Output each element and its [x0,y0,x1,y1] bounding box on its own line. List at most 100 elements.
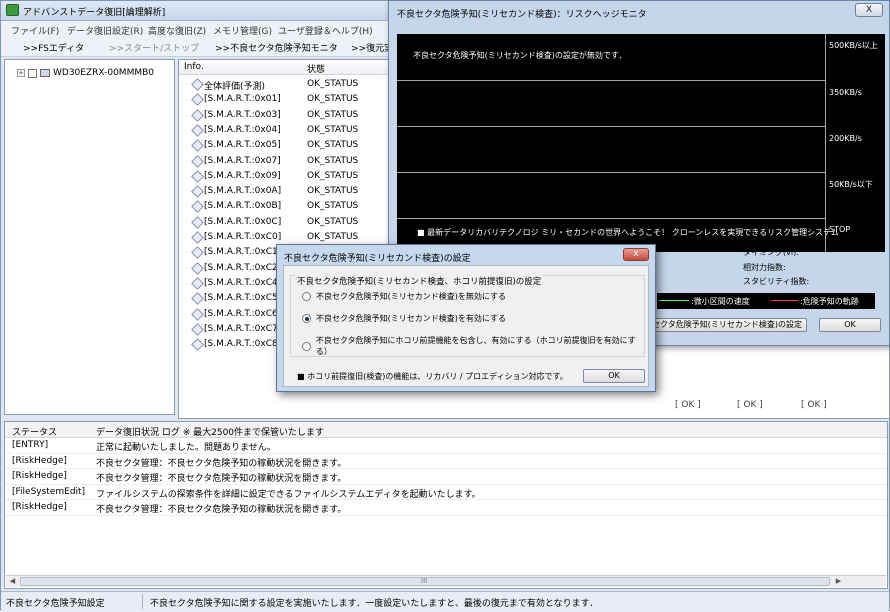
row-status: OK_STATUS [307,124,359,135]
legend-trace: :危険予知の軌跡 [800,297,859,306]
row-status: OK_STATUS [307,216,359,227]
log-col-detail[interactable]: データ復旧状況 ログ ※ 最大2500件まで保管いたします [96,425,324,438]
row-info: [S.M.A.R.T.:0x09] [204,170,281,181]
smart-attr-icon [191,246,204,260]
row-status: OK_STATUS [307,94,359,105]
row-info: [S.M.A.R.T.:0x03] [204,109,281,120]
restore-button[interactable]: >>復元実 [351,41,393,54]
bad-sector-monitor-button[interactable]: >>不良セクタ危険予知モニタ [215,41,338,54]
menu-memory[interactable]: メモリ管理(G) [213,24,272,37]
log-key: [RiskHedge] [12,455,67,466]
monitor-ok-button[interactable]: OK [819,318,881,332]
radio-icon[interactable] [302,292,311,301]
log-row[interactable]: [ENTRY] 正常に起動いたしました。問題ありません。 [5,438,887,454]
row-info: [S.M.A.R.T.:0xC2] [204,262,282,273]
scroll-left-icon[interactable]: ◀ [7,577,18,587]
hard-drive-icon [40,69,50,77]
monitor-welcome: ■ 最新データリカバリテクノロジ ミリ・セカンドの世界へようこそ！ クローンレス… [417,228,839,237]
app-icon [6,4,19,16]
scale-label: 350KB/s [829,88,862,97]
menu-file[interactable]: ファイル(F) [11,24,59,37]
grid-line [397,172,825,173]
row-info: [S.M.A.R.T.:0x0B] [204,201,282,212]
log-row[interactable]: [RiskHedge] 不良セクタ管理：不良セクタ危険予知の稼動状況を開きます。 [5,469,887,485]
stability-label: スタビリティ指数: [743,277,810,286]
row-status: OK_STATUS [307,170,359,181]
log-msg: ファイルシステムの探索条件を詳細に設定できるファイルシステムエディタを起動いたし… [96,489,481,500]
smart-attr-icon [191,154,204,168]
monitor-disabled-msg: 不良セクタ危険予知(ミリセカンド検査)の設定が無効です． [413,51,627,60]
monitor-title: 不良セクタ危険予知(ミリセカンド検査)：リスクヘッジモニタ [397,10,647,20]
option-enable-dust[interactable]: 不良セクタ危険予知にホコリ前提機能を包含し、有効にする（ホコリ前提復旧を有効にす… [302,335,644,357]
start-stop-button[interactable]: >>スタート/ストップ [109,41,199,54]
scroll-grip: III [421,577,428,585]
col-status[interactable]: 状態 [307,62,325,75]
smart-attr-icon [191,307,204,321]
monitor-close-button[interactable]: X [855,3,883,17]
log-col-status[interactable]: ステータス [12,425,57,438]
drive-tree: + WD30EZRX-00MMMB0 [4,59,175,415]
radio-icon[interactable] [302,341,311,351]
scroll-right-icon[interactable]: ▶ [833,577,844,587]
monitor-settings-button[interactable]: セクタ危険予知(ミリセカンド検査)の設定 [647,318,807,332]
log-header: ステータス データ復旧状況 ログ ※ 最大2500件まで保管いたします [5,422,887,438]
row-info: [S.M.A.R.T.:0x01] [204,94,281,105]
row-info: [S.M.A.R.T.:0xC4] [204,277,282,288]
row-info: [S.M.A.R.T.:0xC7] [204,323,282,334]
menu-advanced-recovery[interactable]: 高度な復旧(Z) [148,24,206,37]
row-info: [S.M.A.R.T.:0x05] [204,140,281,151]
log-msg: 不良セクタ管理：不良セクタ危険予知の稼動状況を開きます。 [96,474,347,484]
row-info: [S.M.A.R.T.:0x07] [204,155,281,166]
monitor-legend: :微小区間の速度 :危険予知の軌跡 [657,293,875,309]
ok-cell: [ OK ] [801,400,827,410]
fs-editor-button[interactable]: >>FSエディタ [23,41,84,54]
grid-line [397,218,825,219]
log-row[interactable]: [RiskHedge] 不良セクタ管理：不良セクタ危険予知の稼動状況を開きます。 [5,454,887,469]
scroll-thumb[interactable]: III [20,577,830,586]
legend-trace-swatch [771,300,799,301]
tree-node-drive[interactable]: + WD30EZRX-00MMMB0 [17,68,154,78]
log-key: [ENTRY] [12,440,49,450]
col-info[interactable]: Info. [184,62,204,72]
dialog-ok-button[interactable]: OK [583,369,645,383]
smart-attr-icon [191,200,204,214]
log-row[interactable]: [RiskHedge] 不良セクタ管理：不良セクタ危険予知の稼動状況を開きます。 [5,500,887,516]
grid-line [825,34,826,252]
window-title: アドバンストデータ復旧[論理解析] [23,8,166,18]
row-status: OK_STATUS [307,155,359,166]
expand-icon[interactable]: + [17,69,25,77]
scale-label: 500KB/s以上 [829,41,878,50]
dialog-body: 不良セクタ危険予知(ミリセカンド検査、ホコリ前提復旧)の設定 不良セクタ危険予知… [283,265,649,387]
smart-attr-icon [191,108,204,122]
menu-recovery-settings[interactable]: データ復旧設定(R) [67,24,143,37]
legend-speed: :微小区間の速度 [691,297,750,306]
log-row[interactable]: [FileSystemEdit] ファイルシステムの探索条件を詳細に設定できるファ… [5,485,887,500]
log-msg: 正常に起動いたしました。問題ありません。 [96,443,276,453]
log-msg: 不良セクタ管理：不良セクタ危険予知の稼動状況を開きます。 [96,505,347,515]
status-left: 不良セクタ危険予知設定 [6,599,105,609]
drive-checkbox[interactable] [28,68,37,78]
smart-attr-icon [191,261,204,275]
settings-dialog: 不良セクタ危険予知(ミリセカンド検査)の設定 x 不良セクタ危険予知(ミリセカン… [276,244,656,392]
menu-help[interactable]: ユーザ登録＆ヘルプ(H) [278,24,373,37]
smart-attr-icon [191,169,204,183]
dialog-close-button[interactable]: x [623,248,649,261]
dialog-title: 不良セクタ危険予知(ミリセカンド検査)の設定 [284,254,471,264]
row-info: 全体評価(予測) [204,82,266,92]
option-group: 不良セクタ危険予知(ミリセカンド検査、ホコリ前提復旧)の設定 不良セクタ危険予知… [290,275,645,357]
ok-cell: [ OK ] [737,400,763,410]
row-info: [S.M.A.R.T.:0xC0] [204,232,282,242]
row-info: [S.M.A.R.T.:0xC8] [204,339,282,350]
dialog-note: ■ ホコリ前提復旧(検査)の機能は、リカバリ / プロエディション対応です。 [297,372,568,381]
smart-attr-icon [191,78,204,91]
log-scrollbar[interactable]: ◀ III ▶ [6,575,886,587]
grid-line [397,80,825,81]
option-label: 不良セクタ危険予知(ミリセカンド検査)を有効にする [316,314,506,323]
option-disable[interactable]: 不良セクタ危険予知(ミリセカンド検査)を無効にする [302,291,506,302]
radio-selected-icon[interactable] [302,314,311,323]
row-info: [S.M.A.R.T.:0xC6] [204,308,282,319]
grid-line [397,126,825,127]
option-label: 不良セクタ危険予知にホコリ前提機能を包含し、有効にする（ホコリ前提復旧を有効にす… [315,336,636,356]
option-enable[interactable]: 不良セクタ危険予知(ミリセカンド検査)を有効にする [302,313,506,324]
smart-attr-icon [191,215,204,229]
